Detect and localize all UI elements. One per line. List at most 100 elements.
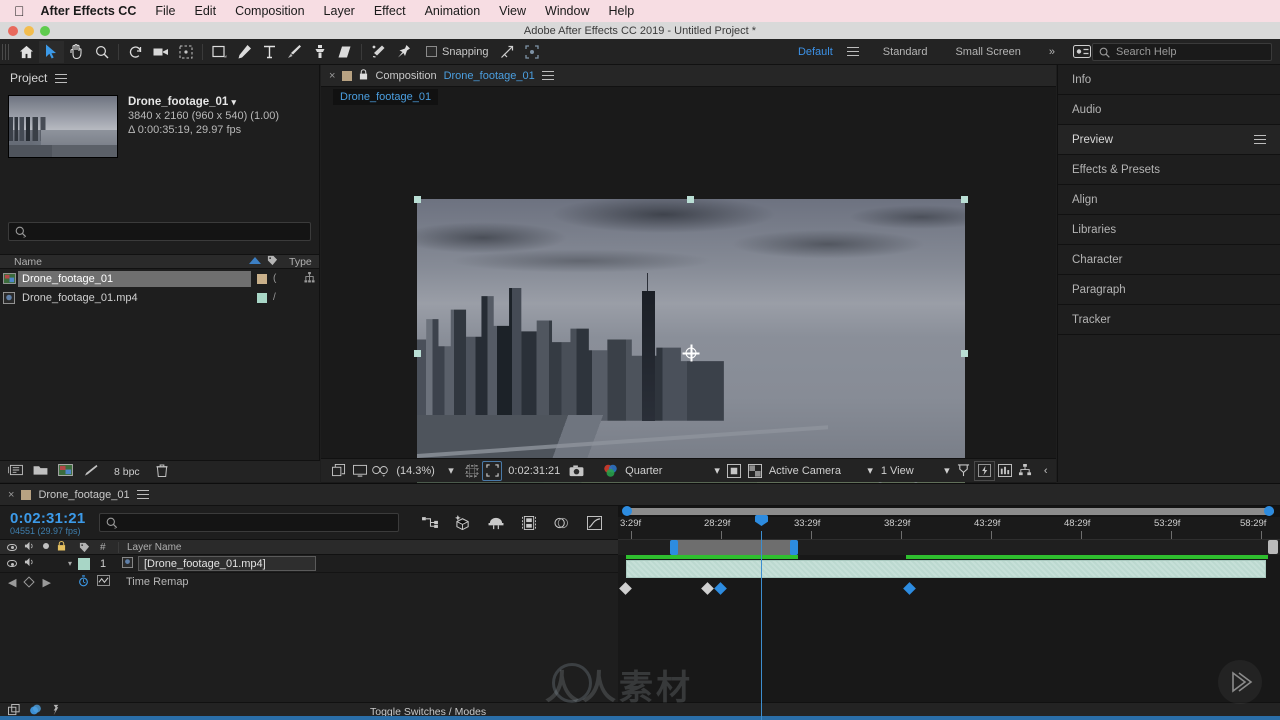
camera-tool-icon[interactable] <box>148 41 173 63</box>
timeline-ruler[interactable]: 3:29f 28:29f 33:29f 38:29f 43:29f 48:29f… <box>618 517 1280 540</box>
hide-shy-layers-icon[interactable] <box>479 512 512 534</box>
puppet-pin-tool-icon[interactable] <box>391 41 416 63</box>
timeline-graph-icon[interactable] <box>995 461 1015 481</box>
transform-handle-tl[interactable] <box>414 196 421 203</box>
comp-flowchart-icon[interactable] <box>1015 461 1035 481</box>
snapping-control[interactable]: Snapping <box>426 46 489 58</box>
grid-guides-icon[interactable] <box>461 461 481 481</box>
transform-handle-mr[interactable] <box>961 350 968 357</box>
transform-handle-tr[interactable] <box>961 196 968 203</box>
timeline-right-rail[interactable] <box>1268 540 1280 570</box>
menu-item-composition[interactable]: Composition <box>235 4 304 18</box>
snapshot-camera-icon[interactable] <box>566 461 586 481</box>
timeline-current-time[interactable]: 0:02:31:21 04551 (29.97 fps) <box>0 510 85 536</box>
menu-item-window[interactable]: Window <box>545 4 589 18</box>
project-panel-menu-icon[interactable] <box>55 73 68 83</box>
panel-tab-preview[interactable]: Preview <box>1058 125 1280 155</box>
3d-glasses-icon[interactable] <box>370 461 390 481</box>
snap-align-icon[interactable] <box>495 41 520 63</box>
clone-stamp-tool-icon[interactable] <box>307 41 332 63</box>
transform-handle-ml[interactable] <box>414 350 421 357</box>
panel-tab-character[interactable]: Character <box>1058 245 1280 275</box>
hand-tool-icon[interactable] <box>64 41 89 63</box>
layer-switches[interactable]: ▾ <box>0 557 72 570</box>
bit-depth-label[interactable]: 8 bpc <box>108 466 146 478</box>
workspace-default[interactable]: Default <box>784 46 847 58</box>
keyframe-marker[interactable] <box>903 582 916 595</box>
always-preview-icon[interactable] <box>329 461 349 481</box>
project-settings-icon[interactable] <box>83 464 98 480</box>
keyframe-navigator[interactable]: ◀ ▶ <box>0 576 72 589</box>
project-item-color-swatch[interactable] <box>251 292 273 303</box>
column-type[interactable]: Type <box>289 256 319 268</box>
project-item-color-swatch[interactable] <box>251 273 273 284</box>
zoom-handle-right[interactable] <box>1264 506 1274 516</box>
sort-arrow-icon[interactable] <box>249 256 267 268</box>
close-icon[interactable]: × <box>8 489 14 501</box>
keyframe-marker[interactable] <box>619 582 632 595</box>
composition-panel-menu-icon[interactable] <box>541 71 554 80</box>
panel-tab-paragraph[interactable]: Paragraph <box>1058 275 1280 305</box>
workspace-menu-icon[interactable] <box>846 47 859 56</box>
transform-handle-tc[interactable] <box>687 196 694 203</box>
motion-blur-icon[interactable] <box>545 512 578 534</box>
previous-keyframe-icon[interactable]: ◀ <box>8 576 16 589</box>
anchor-point-icon[interactable] <box>682 344 700 362</box>
fast-preview-bolt-icon[interactable] <box>974 460 995 481</box>
rotation-tool-icon[interactable] <box>123 41 148 63</box>
text-tool-icon[interactable] <box>257 41 282 63</box>
main-view-icon[interactable] <box>349 461 369 481</box>
pan-behind-tool-icon[interactable] <box>173 41 198 63</box>
add-keyframe-icon[interactable] <box>23 576 36 588</box>
timeline-search-input[interactable] <box>99 513 400 532</box>
keyframe-row[interactable] <box>618 580 1280 598</box>
fast-previews-icon[interactable] <box>724 461 744 481</box>
composition-tab-name[interactable]: Drone_footage_01 <box>444 70 535 82</box>
menu-item-animation[interactable]: Animation <box>425 4 481 18</box>
zoom-level-value[interactable]: (14.3%) <box>390 465 441 477</box>
apple-logo-icon[interactable]:  <box>14 4 25 18</box>
project-interpret-footage-icon[interactable] <box>7 464 23 479</box>
keyframe-marker[interactable] <box>714 582 727 595</box>
chevron-down-icon[interactable]: ▾ <box>441 461 461 481</box>
composition-viewer[interactable] <box>321 107 1056 511</box>
column-label-tag-icon[interactable] <box>267 255 289 269</box>
project-search-input[interactable] <box>8 222 311 241</box>
breadcrumb-item[interactable]: Drone_footage_01 <box>333 89 439 105</box>
graph-editor-icon[interactable] <box>578 512 611 534</box>
layer-audio-icon[interactable] <box>24 557 35 570</box>
roto-brush-tool-icon[interactable] <box>366 41 391 63</box>
layer-label-color[interactable] <box>72 557 96 570</box>
pen-tool-icon[interactable] <box>232 41 257 63</box>
resolution-dropdown[interactable]: Quarter ▾ <box>621 464 724 478</box>
layer-name-input[interactable]: [Drone_footage_01.mp4] <box>138 556 316 571</box>
new-composition-icon[interactable] <box>58 464 73 479</box>
lock-icon[interactable] <box>359 68 368 83</box>
search-help-box[interactable]: Search Help <box>1092 43 1272 61</box>
delete-icon[interactable] <box>156 463 168 480</box>
shape-tool-icon[interactable] <box>207 41 232 63</box>
composition-mini-flowchart-icon[interactable] <box>413 512 446 534</box>
timeline-panel-menu-icon[interactable] <box>136 490 149 499</box>
more-options-icon[interactable]: ‹ <box>1036 461 1056 481</box>
stopwatch-icon[interactable] <box>78 574 89 590</box>
zoom-tool-icon[interactable] <box>89 41 114 63</box>
region-of-interest-icon[interactable] <box>481 460 503 481</box>
workspace-small-screen[interactable]: Small Screen <box>941 46 1034 58</box>
close-icon[interactable]: × <box>329 70 335 82</box>
transparency-grid-icon[interactable] <box>744 461 764 481</box>
layer-visibility-eye-icon[interactable] <box>7 560 17 567</box>
zoom-handle-left[interactable] <box>622 506 632 516</box>
menu-item-view[interactable]: View <box>499 4 526 18</box>
layer-clip-bar[interactable] <box>626 560 1266 578</box>
workspace-standard[interactable]: Standard <box>869 46 942 58</box>
home-icon[interactable] <box>14 41 39 63</box>
timeline-zoom-bar[interactable] <box>618 506 1280 517</box>
snap-region-icon[interactable] <box>520 41 545 63</box>
work-area-end-handle[interactable] <box>790 540 798 555</box>
project-item-row[interactable]: Drone_footage_01 ( <box>0 269 319 288</box>
preview-panel-menu-icon[interactable] <box>1254 135 1266 144</box>
column-name[interactable]: Name <box>0 256 249 268</box>
channels-rgb-icon[interactable] <box>601 461 621 481</box>
menu-item-after-effects-cc[interactable]: After Effects CC <box>41 4 137 18</box>
